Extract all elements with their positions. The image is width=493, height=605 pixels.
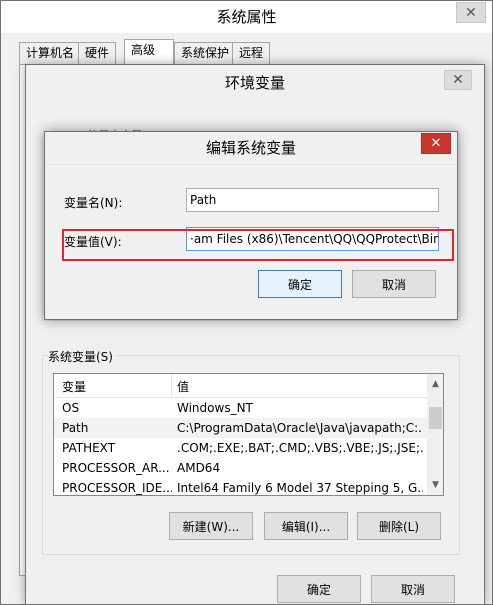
edit-variable-button[interactable]: 编辑(I)... bbox=[264, 512, 348, 540]
list-header: 变量 值 bbox=[54, 374, 427, 398]
close-icon[interactable]: ✕ bbox=[421, 133, 451, 154]
env-cancel-button[interactable]: 取消 bbox=[371, 575, 455, 603]
variable-name-label: 变量名(N): bbox=[64, 196, 123, 210]
row-variable: PROCESSOR_IDE... bbox=[62, 481, 172, 495]
row-variable: OS bbox=[62, 401, 80, 415]
window-title: 环境变量 bbox=[26, 65, 484, 99]
row-value: C:\ProgramData\Oracle\Java\javapath;C:..… bbox=[177, 421, 423, 435]
row-value: Intel64 Family 6 Model 37 Stepping 5, G.… bbox=[177, 481, 423, 495]
tab-computer-name[interactable]: 计算机名 bbox=[19, 42, 82, 64]
close-icon[interactable]: ✕ bbox=[444, 70, 472, 90]
scroll-up-icon[interactable]: ▲ bbox=[427, 376, 443, 392]
row-value: AMD64 bbox=[177, 461, 221, 475]
table-row[interactable]: PATHEXT .COM;.EXE;.BAT;.CMD;.VBS;.VBE;.J… bbox=[54, 438, 427, 458]
dialog-title: 编辑系统变量 bbox=[45, 132, 457, 164]
table-row[interactable]: PROCESSOR_IDE... Intel64 Family 6 Model … bbox=[54, 478, 427, 495]
scroll-thumb[interactable] bbox=[429, 407, 442, 429]
edit-ok-button[interactable]: 确定 bbox=[258, 270, 342, 298]
row-value: Windows_NT bbox=[177, 401, 253, 415]
row-value: .COM;.EXE;.BAT;.CMD;.VBS;.VBE;.JS;.JSE;.… bbox=[177, 441, 423, 455]
system-variables-label: 系统变量(S) bbox=[48, 348, 116, 365]
delete-variable-button[interactable]: 删除(L) bbox=[357, 512, 441, 540]
close-icon[interactable]: ✕ bbox=[456, 2, 486, 23]
tab-system-protection[interactable]: 系统保护 bbox=[174, 42, 237, 64]
scroll-down-icon[interactable]: ▼ bbox=[427, 477, 443, 493]
variable-name-field[interactable]: Path bbox=[186, 188, 439, 212]
annotation-highlight-box bbox=[62, 229, 454, 261]
vertical-scrollbar[interactable]: ▲ ▼ bbox=[427, 374, 443, 495]
tab-advanced[interactable]: 高级 bbox=[124, 39, 174, 66]
window-title: 系统属性 bbox=[1, 1, 492, 33]
column-header-value[interactable]: 值 bbox=[177, 378, 189, 395]
tab-remote[interactable]: 远程 bbox=[232, 42, 271, 64]
row-variable: PROCESSOR_AR... bbox=[62, 461, 170, 475]
row-variable: Path bbox=[62, 421, 89, 435]
column-header-variable[interactable]: 变量 bbox=[62, 378, 86, 395]
column-divider[interactable] bbox=[171, 374, 172, 398]
table-row-selected[interactable]: Path C:\ProgramData\Oracle\Java\javapath… bbox=[54, 418, 427, 438]
table-row[interactable]: PROCESSOR_AR... AMD64 bbox=[54, 458, 427, 478]
new-variable-button[interactable]: 新建(W)... bbox=[169, 512, 253, 540]
row-variable: PATHEXT bbox=[62, 441, 116, 455]
env-ok-button[interactable]: 确定 bbox=[277, 575, 361, 603]
table-row[interactable]: OS Windows_NT bbox=[54, 398, 427, 418]
system-variables-list[interactable]: 变量 值 OS Windows_NT Path C:\ProgramData\O… bbox=[53, 373, 444, 496]
edit-cancel-button[interactable]: 取消 bbox=[352, 270, 436, 298]
edit-system-variable-dialog: 编辑系统变量 ✕ 变量名(N): Path 变量值(V): ·am Files … bbox=[44, 131, 458, 320]
tab-hardware[interactable]: 硬件 bbox=[78, 42, 117, 64]
